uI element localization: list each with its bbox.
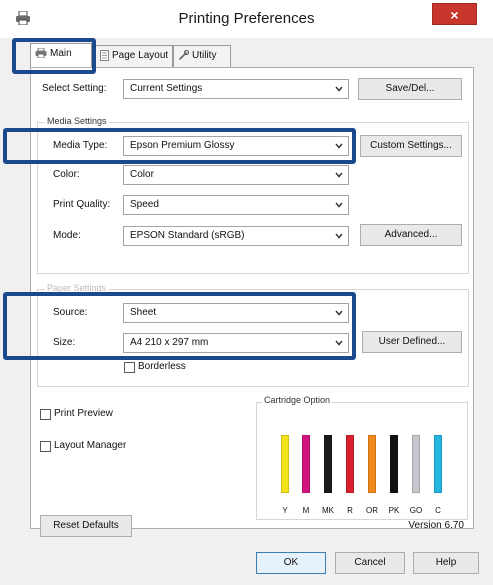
printer-icon [35, 47, 47, 59]
wrench-icon [179, 49, 190, 60]
source-label: Source: [53, 307, 88, 318]
print-quality-value: Speed [130, 199, 159, 210]
color-value: Color [130, 169, 154, 180]
print-preview-label: Print Preview [54, 408, 113, 419]
borderless-label: Borderless [138, 361, 186, 372]
print-preview-checkbox[interactable] [40, 409, 51, 420]
print-quality-label: Print Quality: [53, 199, 111, 210]
select-setting-label: Select Setting: [42, 83, 107, 94]
layout-manager-label: Layout Manager [54, 440, 127, 451]
ink-label-or: OR [366, 506, 378, 515]
media-type-label: Media Type: [53, 140, 108, 151]
ink-cartridge-mk [324, 435, 332, 493]
chevron-down-icon [335, 143, 343, 149]
help-button[interactable]: Help [413, 552, 479, 574]
mode-value: EPSON Standard (sRGB) [130, 230, 245, 241]
ink-label-m: M [302, 506, 310, 515]
mode-label: Mode: [53, 230, 81, 241]
reset-defaults-button[interactable]: Reset Defaults [40, 515, 132, 537]
select-setting-combo[interactable]: Current Settings [123, 79, 349, 99]
ink-label-c: C [435, 506, 441, 515]
chevron-down-icon [335, 172, 343, 178]
user-defined-button[interactable]: User Defined... [362, 331, 462, 353]
save-del-button[interactable]: Save/Del... [358, 78, 462, 100]
color-label: Color: [53, 169, 80, 180]
custom-settings-button[interactable]: Custom Settings... [360, 135, 462, 157]
ink-cartridge-or [368, 435, 376, 493]
select-setting-value: Current Settings [130, 83, 203, 94]
tab-main[interactable]: Main [30, 43, 92, 67]
chevron-down-icon [335, 86, 343, 92]
ink-cartridge-m [302, 435, 310, 493]
ink-cartridge-r [346, 435, 354, 493]
tab-page-layout[interactable]: Page Layout [95, 45, 173, 67]
advanced-button[interactable]: Advanced... [360, 224, 462, 246]
ink-cartridge-y [281, 435, 289, 493]
chevron-down-icon [335, 310, 343, 316]
ink-cartridge-go [412, 435, 420, 493]
media-type-combo[interactable]: Epson Premium Glossy [123, 136, 349, 156]
chevron-down-icon [335, 233, 343, 239]
tab-page-layout-label: Page Layout [112, 50, 169, 61]
cancel-button[interactable]: Cancel [335, 552, 405, 574]
mode-combo[interactable]: EPSON Standard (sRGB) [123, 226, 349, 246]
ok-button[interactable]: OK [256, 552, 326, 574]
paper-settings-title: Paper Settings [45, 283, 109, 293]
page-layout-icon [100, 49, 109, 61]
version-text: Version 6.70 [408, 520, 464, 531]
print-quality-combo[interactable]: Speed [123, 195, 349, 215]
source-combo[interactable]: Sheet [123, 303, 349, 323]
tab-utility[interactable]: Utility [173, 45, 231, 67]
ink-cartridge-pk [390, 435, 398, 493]
media-settings-title: Media Settings [45, 116, 109, 126]
size-value: A4 210 x 297 mm [130, 337, 209, 348]
tab-utility-label: Utility [192, 50, 217, 61]
size-label: Size: [53, 337, 76, 348]
ink-label-y: Y [282, 506, 288, 515]
close-button[interactable]: × [432, 3, 477, 25]
size-combo[interactable]: A4 210 x 297 mm [123, 333, 349, 353]
chevron-down-icon [335, 340, 343, 346]
borderless-checkbox[interactable] [124, 362, 135, 373]
layout-manager-checkbox[interactable] [40, 441, 51, 452]
ink-cartridge-c [434, 435, 442, 493]
media-type-value: Epson Premium Glossy [130, 140, 235, 151]
cartridge-option-title: Cartridge Option [262, 395, 333, 405]
tab-main-label: Main [50, 48, 72, 59]
chevron-down-icon [335, 202, 343, 208]
window-title: Printing Preferences [178, 10, 315, 27]
ink-label-mk: MK [322, 506, 334, 515]
ink-label-go: GO [409, 506, 423, 515]
source-value: Sheet [130, 307, 157, 318]
ink-label-pk: PK [388, 506, 400, 515]
color-combo[interactable]: Color [123, 165, 349, 185]
ink-label-r: R [347, 506, 353, 515]
